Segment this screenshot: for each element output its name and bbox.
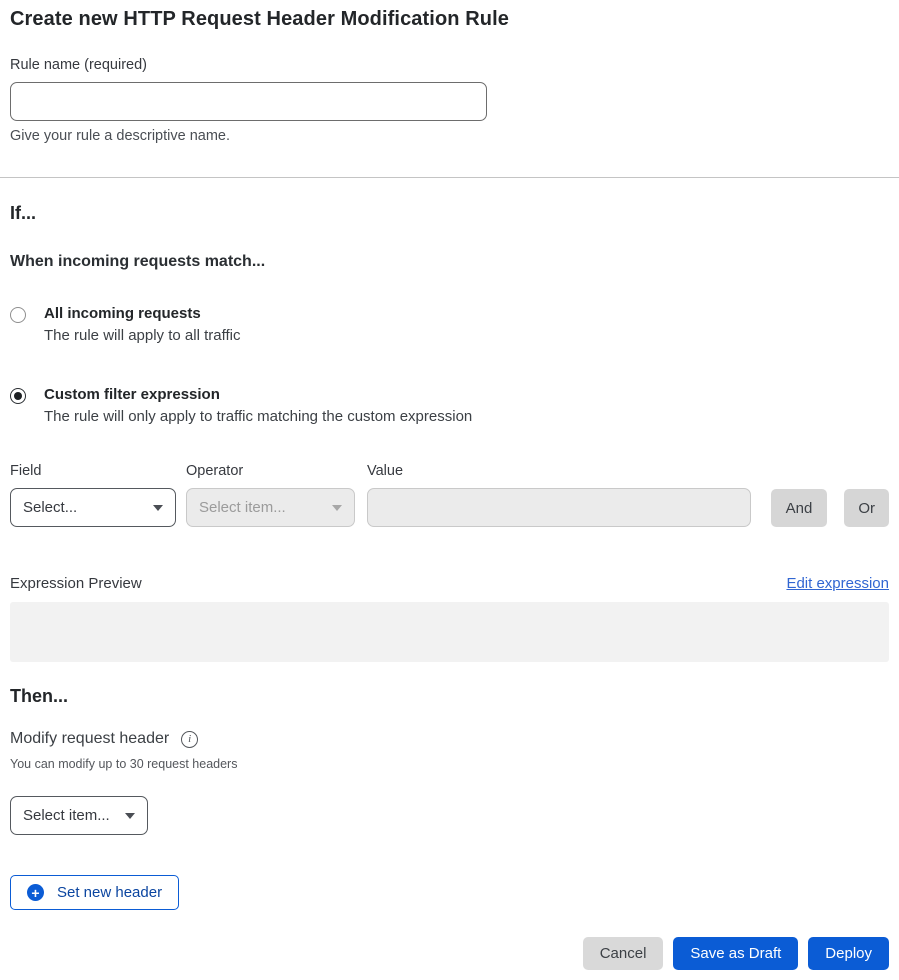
header-item-select-value: Select item...: [23, 807, 110, 824]
modify-header-helper: You can modify up to 30 request headers: [10, 757, 889, 771]
cancel-button[interactable]: Cancel: [583, 937, 664, 970]
then-heading: Then...: [10, 686, 889, 707]
if-heading: If...: [10, 203, 889, 224]
modify-request-header-label: Modify request header: [10, 730, 169, 748]
or-button[interactable]: Or: [844, 489, 889, 527]
expression-builder-row: Field Select... Operator Select item... …: [10, 463, 889, 527]
save-as-draft-button[interactable]: Save as Draft: [673, 937, 798, 970]
plus-circle-icon: +: [27, 884, 44, 901]
chevron-down-icon: [153, 505, 163, 511]
and-button[interactable]: And: [771, 489, 828, 527]
operator-select-value: Select item...: [199, 499, 286, 516]
modify-header-row: Modify request header i: [10, 730, 889, 748]
radio-selected-icon[interactable]: [10, 388, 26, 404]
edit-expression-link[interactable]: Edit expression: [786, 575, 889, 592]
value-label: Value: [367, 463, 751, 479]
radio-desc-custom-filter: The rule will only apply to traffic matc…: [44, 408, 472, 425]
deploy-button[interactable]: Deploy: [808, 937, 889, 970]
expression-preview-box: [10, 602, 889, 662]
radio-label-custom-filter: Custom filter expression: [44, 386, 472, 403]
page-title: Create new HTTP Request Header Modificat…: [10, 8, 889, 31]
chevron-down-icon: [125, 813, 135, 819]
field-select[interactable]: Select...: [10, 488, 176, 527]
radio-option-custom-filter[interactable]: Custom filter expression The rule will o…: [10, 386, 889, 425]
expression-preview-header: Expression Preview Edit expression: [10, 575, 889, 592]
footer-actions: Cancel Save as Draft Deploy: [10, 937, 889, 970]
rule-name-input[interactable]: [10, 82, 487, 121]
radio-option-all-incoming[interactable]: All incoming requests The rule will appl…: [10, 305, 889, 344]
match-subheading: When incoming requests match...: [10, 253, 889, 271]
value-input: [367, 488, 751, 527]
field-label: Field: [10, 463, 176, 479]
rule-name-label: Rule name (required): [10, 57, 889, 73]
info-icon[interactable]: i: [181, 731, 198, 748]
expression-preview-label: Expression Preview: [10, 575, 142, 592]
radio-unselected-icon[interactable]: [10, 307, 26, 323]
create-rule-form: Create new HTTP Request Header Modificat…: [0, 0, 899, 980]
field-select-value: Select...: [23, 499, 77, 516]
operator-label: Operator: [186, 463, 355, 479]
chevron-down-icon: [332, 505, 342, 511]
section-divider: [0, 177, 899, 178]
rule-name-helper: Give your rule a descriptive name.: [10, 128, 889, 144]
header-item-select[interactable]: Select item...: [10, 796, 148, 835]
radio-desc-all-incoming: The rule will apply to all traffic: [44, 327, 240, 344]
operator-select: Select item...: [186, 488, 355, 527]
set-new-header-label: Set new header: [57, 884, 162, 901]
radio-label-all-incoming: All incoming requests: [44, 305, 240, 322]
set-new-header-button[interactable]: + Set new header: [10, 875, 179, 910]
